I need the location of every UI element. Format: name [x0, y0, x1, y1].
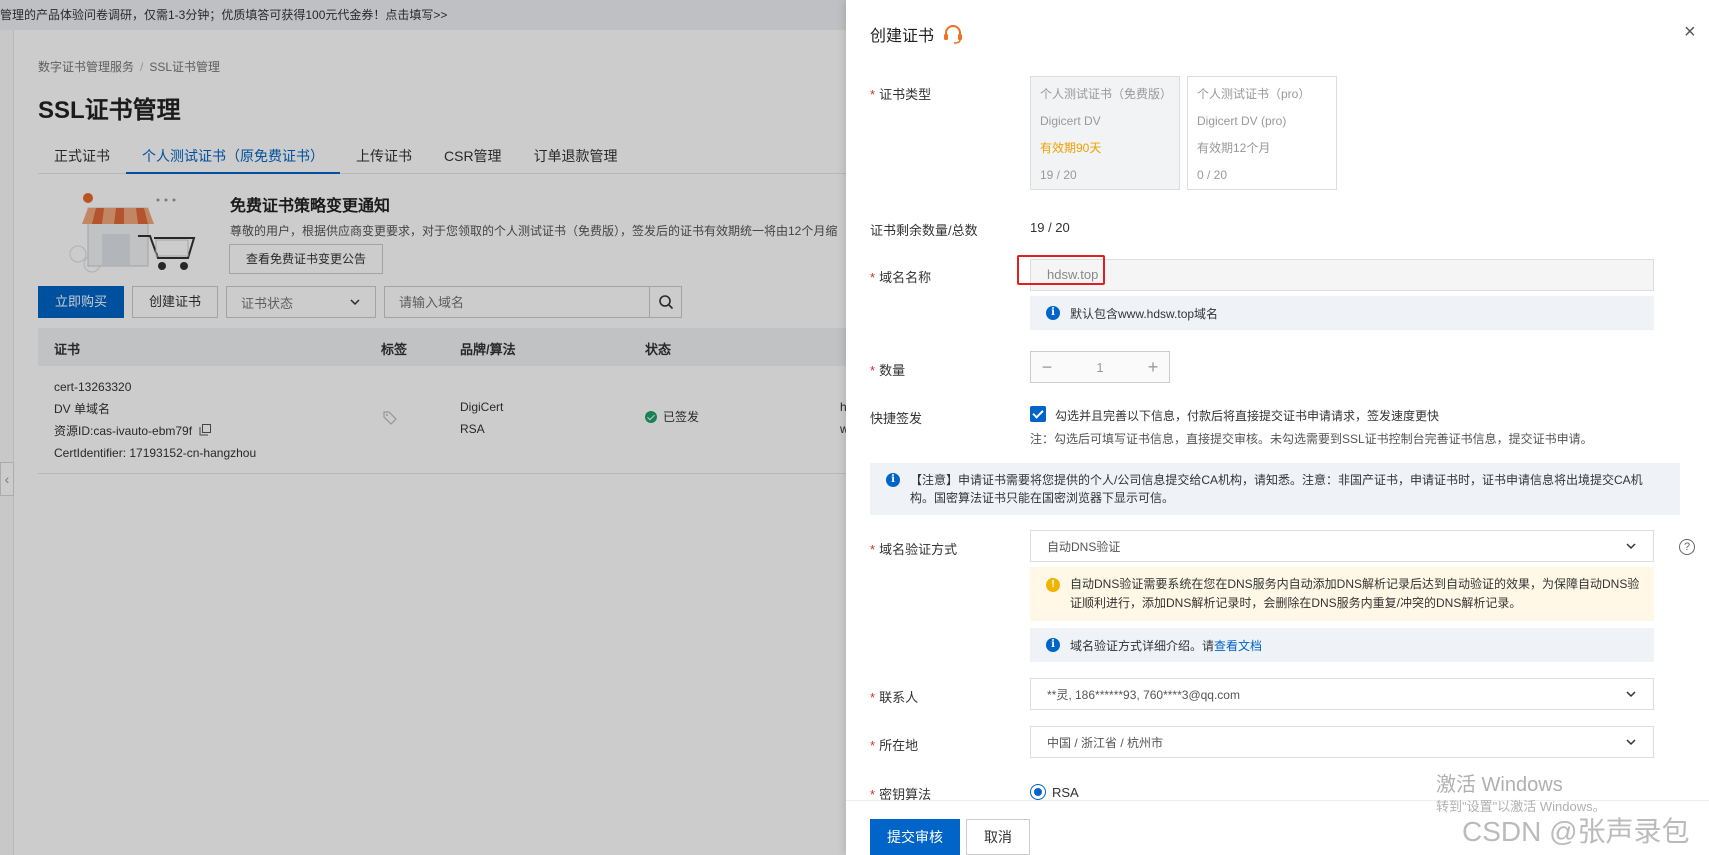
remaining-value: 19 / 20: [1030, 220, 1070, 235]
ca-notice: i 【注意】申请证书需要将您提供的个人/公司信息提交给CA机构，请知悉。注意：非…: [870, 463, 1680, 515]
card-brand: Digicert DV: [1040, 114, 1101, 128]
rsa-radio[interactable]: [1030, 784, 1046, 800]
contact-label-text: 联系人: [879, 690, 919, 705]
verify-method-label: * 域名验证方式: [870, 539, 957, 558]
verify-method-select[interactable]: 自动DNS验证: [1030, 530, 1654, 562]
drawer-title: 创建证书: [870, 22, 964, 46]
location-label-text: 所在地: [879, 738, 919, 753]
chevron-down-icon: [1626, 739, 1636, 746]
verify-doc-text: 域名验证方式详细介绍。请查看文档: [1070, 637, 1262, 654]
view-docs-link[interactable]: 查看文档: [1214, 639, 1262, 653]
contact-label: * 联系人: [870, 687, 918, 706]
domain-input[interactable]: hdsw.top: [1030, 259, 1654, 291]
verify-doc-prefix: 域名验证方式详细介绍。请: [1070, 638, 1215, 653]
cert-type-label: * 证书类型: [870, 84, 931, 103]
verify-method-label-text: 域名验证方式: [879, 542, 958, 557]
quantity-value[interactable]: 1: [1063, 360, 1137, 375]
card-count: 19 / 20: [1040, 168, 1077, 182]
quick-issue-text[interactable]: 勾选并且完善以下信息，付款后将直接提交证书申请请求，签发速度更快: [1055, 407, 1439, 424]
contact-select[interactable]: **灵, 186******93, 760****3@qq.com: [1030, 678, 1654, 710]
quick-issue-label: 快捷签发: [870, 411, 923, 426]
modal-overlay[interactable]: [0, 0, 846, 855]
required-mark: *: [870, 363, 876, 378]
windows-activation-watermark: 激活 Windows: [1436, 774, 1563, 796]
required-mark: *: [870, 542, 876, 557]
quantity-label-text: 数量: [879, 363, 906, 378]
cert-card-free[interactable]: 个人测试证书（免费版） Digicert DV 有效期90天 19 / 20: [1030, 76, 1180, 190]
cancel-button[interactable]: 取消: [966, 819, 1030, 855]
card-validity: 有效期12个月: [1197, 141, 1271, 155]
required-mark: *: [870, 738, 876, 753]
decrement-button[interactable]: −: [1031, 352, 1063, 382]
submit-button[interactable]: 提交审核: [870, 819, 960, 855]
location-value: 中国 / 浙江省 / 杭州市: [1047, 735, 1164, 750]
close-icon[interactable]: ×: [1684, 22, 1696, 42]
rsa-radio-label[interactable]: RSA: [1052, 785, 1079, 800]
cert-type-label-text: 证书类型: [879, 87, 932, 102]
warning-icon: !: [1046, 578, 1060, 592]
drawer-title-text: 创建证书: [870, 28, 935, 45]
info-icon: i: [1046, 306, 1060, 320]
location-label: * 所在地: [870, 735, 918, 754]
csdn-watermark: CSDN @张声录包: [1462, 816, 1690, 847]
card-brand: Digicert DV (pro): [1197, 114, 1287, 128]
verify-doc-hint: i 域名验证方式详细介绍。请查看文档: [1030, 628, 1654, 662]
chevron-down-icon: [1626, 691, 1636, 698]
highlight-box: [1017, 255, 1105, 285]
required-mark: *: [870, 270, 876, 285]
required-mark: *: [870, 87, 876, 102]
increment-button[interactable]: +: [1137, 352, 1169, 382]
ca-notice-text: 【注意】申请证书需要将您提供的个人/公司信息提交给CA机构，请知悉。注意：非国产…: [910, 473, 1643, 505]
domain-hint: i 默认包含www.hdsw.top域名: [1030, 296, 1654, 330]
domain-label-text: 域名名称: [879, 270, 932, 285]
headset-support-icon[interactable]: [942, 23, 964, 45]
location-select[interactable]: 中国 / 浙江省 / 杭州市: [1030, 726, 1654, 758]
quantity-label: * 数量: [870, 360, 905, 379]
domain-label: * 域名名称: [870, 267, 931, 286]
dns-warning: ! 自动DNS验证需要系统在您在DNS服务内自动添加DNS解析记录后达到自动验证…: [1030, 567, 1654, 621]
info-icon: i: [1046, 638, 1060, 652]
info-icon: i: [886, 473, 900, 487]
quantity-stepper: − 1 +: [1030, 351, 1170, 383]
domain-hint-text: 默认包含www.hdsw.top域名: [1070, 306, 1219, 321]
cert-card-pro[interactable]: 个人测试证书（pro） Digicert DV (pro) 有效期12个月 0 …: [1187, 76, 1337, 190]
quick-issue-note: 注：勾选后可填写证书信息，直接提交审核。未勾选需要到SSL证书控制台完善证书信息…: [1030, 432, 1593, 446]
quick-issue-checkbox[interactable]: [1030, 406, 1046, 422]
card-validity: 有效期90天: [1040, 141, 1102, 155]
contact-value: **灵, 186******93, 760****3@qq.com: [1047, 687, 1240, 702]
card-count: 0 / 20: [1197, 168, 1228, 182]
remaining-label: 证书剩余数量/总数: [870, 223, 978, 238]
dns-warning-text: 自动DNS验证需要系统在您在DNS服务内自动添加DNS解析记录后达到自动验证的效…: [1070, 577, 1640, 610]
verify-method-value: 自动DNS验证: [1047, 539, 1121, 554]
console-background: 管理的产品体验问卷调研，仅需1-3分钟；优质填答可获得100元代金券！点击填写>…: [0, 0, 846, 855]
help-icon[interactable]: ?: [1679, 539, 1695, 555]
card-name: 个人测试证书（免费版）: [1040, 87, 1173, 101]
chevron-down-icon: [1626, 543, 1636, 550]
card-name: 个人测试证书（pro）: [1197, 87, 1311, 101]
required-mark: *: [870, 690, 876, 705]
create-cert-drawer: 创建证书 × * 证书类型 个人测试证书（免费版） Digicert DV 有效期…: [846, 0, 1709, 855]
